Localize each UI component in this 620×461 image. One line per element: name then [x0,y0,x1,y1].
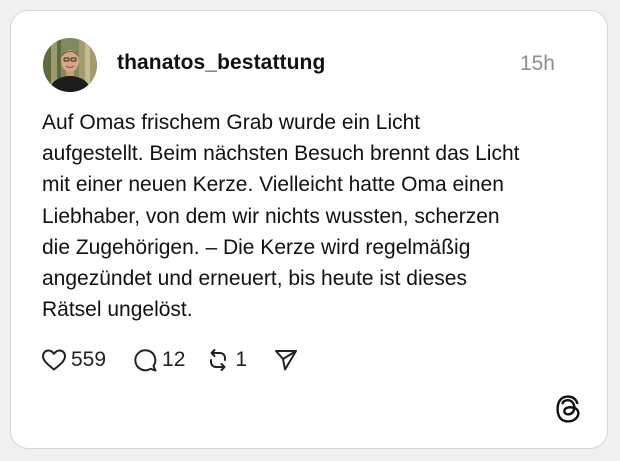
like-button[interactable]: 559 [41,348,106,372]
send-icon [273,348,299,372]
speech-bubble-icon [132,347,158,373]
repost-icon [205,347,231,373]
heart-icon [41,348,67,372]
username[interactable]: thanatos_bestattung [117,51,325,75]
reply-button[interactable]: 12 [132,347,185,373]
repost-button[interactable]: 1 [205,347,247,373]
threads-logo-icon [555,394,581,424]
avatar[interactable] [43,38,97,92]
share-button[interactable] [273,348,299,372]
repost-count: 1 [235,348,248,371]
post-text: Auf Omas frischem Grab wurde ein Licht a… [42,111,520,322]
like-count: 559 [71,348,107,371]
post-card: thanatos_bestattung 15h Auf Omas frische… [10,10,608,449]
timestamp: 15h [519,52,555,75]
post-actions: 559 12 1 [41,345,299,375]
reply-count: 12 [162,348,186,371]
